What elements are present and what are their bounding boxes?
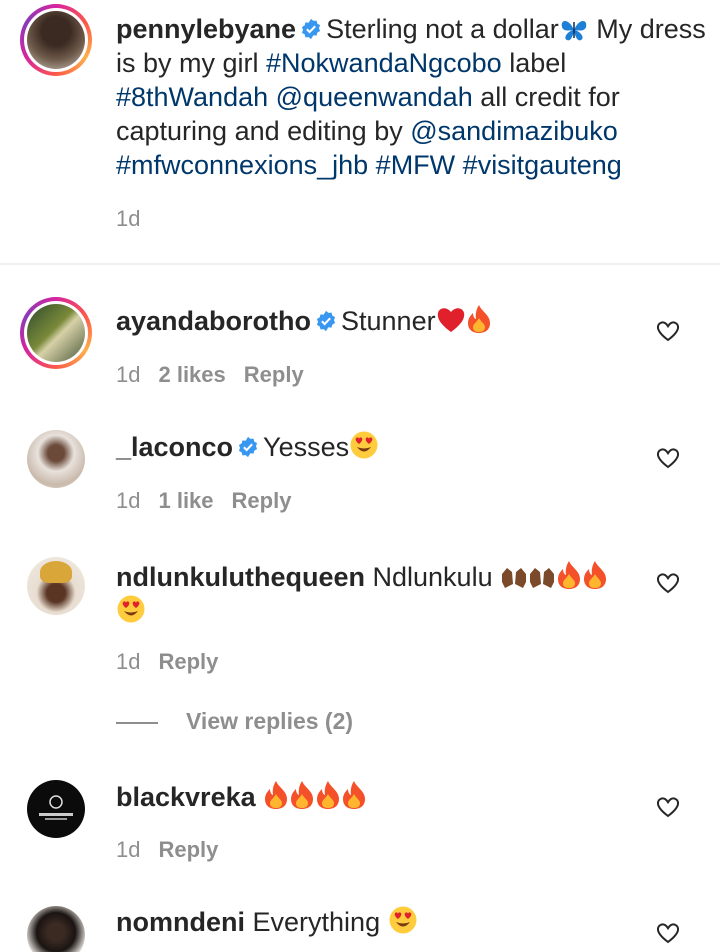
view-replies-label: View replies (2) (186, 708, 354, 734)
commenter-avatar[interactable] (27, 304, 85, 362)
verified-badge-icon (316, 310, 336, 332)
like-heart-icon[interactable] (656, 320, 680, 342)
comment-username[interactable]: blackvreka (116, 782, 256, 812)
comment-meta: 1d 2 likes Reply (116, 362, 322, 388)
comment-username[interactable]: nomndeni (116, 907, 245, 937)
comment-meta: 1d 1 like Reply (116, 488, 309, 514)
fire-emoji-icon (467, 305, 490, 333)
commenter-avatar[interactable] (27, 780, 85, 838)
post-author-avatar[interactable] (27, 11, 85, 69)
fire-emoji-icon (291, 781, 314, 809)
comment-timestamp: 1d (116, 649, 141, 674)
divider (0, 263, 720, 265)
post-author-username[interactable]: pennylebyane (116, 14, 296, 44)
headpiece (40, 561, 72, 583)
comment-likes[interactable]: 1 like (158, 488, 213, 513)
comment-body: nomndeni Everything (116, 905, 636, 939)
heart-eyes-emoji-icon (117, 595, 145, 623)
replies-line (116, 722, 158, 724)
hashtag-link[interactable]: #NokwandaNgcobo (266, 48, 502, 78)
mention-link[interactable]: @sandimazibuko (410, 116, 618, 146)
mention-link[interactable]: @queenwandah (276, 82, 473, 112)
fire-emoji-icon (265, 781, 288, 809)
fire-emoji-icon (317, 781, 340, 809)
heart-eyes-emoji-icon (350, 431, 378, 459)
comment-timestamp: 1d (116, 362, 141, 387)
story-ring (20, 4, 92, 76)
red-heart-emoji-icon (437, 308, 464, 332)
hashtag-link[interactable]: #mfwconnexions_jhb (116, 150, 368, 180)
comment-text: Ndlunkulu (372, 562, 493, 592)
comment-text: Stunner (341, 306, 436, 336)
comment-text: Yesses (263, 432, 350, 462)
post-meta: 1d (116, 206, 158, 232)
fire-emoji-icon (558, 561, 581, 589)
reply-button[interactable]: Reply (158, 649, 218, 674)
verified-badge-icon (301, 18, 321, 40)
comment-meta: 1d Reply (116, 837, 236, 863)
post-caption: pennylebyane Sterling not a dollar My dre… (116, 12, 706, 182)
reply-button[interactable]: Reply (244, 362, 304, 387)
comment-meta: 1d Reply (116, 649, 236, 675)
comment-timestamp: 1d (116, 488, 141, 513)
like-heart-icon[interactable] (656, 572, 680, 594)
like-heart-icon[interactable] (656, 796, 680, 818)
like-heart-icon[interactable] (656, 922, 680, 944)
comment-text: Everything (252, 907, 381, 937)
caption-text: Sterling not a dollar (326, 14, 559, 44)
brand-logo-icon (39, 795, 73, 820)
reply-button[interactable]: Reply (232, 488, 292, 513)
fire-emoji-icon (343, 781, 366, 809)
reply-button[interactable]: Reply (158, 837, 218, 862)
story-ring (20, 297, 92, 369)
heart-eyes-emoji-icon (389, 906, 417, 934)
commenter-avatar[interactable] (27, 906, 85, 952)
butterfly-emoji-icon (561, 20, 586, 41)
verified-badge-icon (238, 436, 258, 458)
like-heart-icon[interactable] (656, 447, 680, 469)
hashtag-link[interactable]: #MFW (376, 150, 455, 180)
raising-hands-emoji-icon (530, 568, 555, 588)
comment-username[interactable]: _laconco (116, 432, 233, 462)
comment-body: ndlunkuluthequeen Ndlunkulu (116, 560, 636, 628)
raising-hands-emoji-icon (502, 568, 527, 588)
hashtag-link[interactable]: #visitgauteng (463, 150, 622, 180)
caption-text: label (509, 48, 567, 78)
comment-username[interactable]: ayandaborotho (116, 306, 311, 336)
comment-body: ayandaborotho Stunner (116, 304, 636, 338)
fire-emoji-icon (584, 561, 607, 589)
comment-likes[interactable]: 2 likes (158, 362, 225, 387)
commenter-avatar[interactable] (27, 430, 85, 488)
comment-username[interactable]: ndlunkuluthequeen (116, 562, 365, 592)
comment-body: _laconco Yesses (116, 430, 636, 464)
hashtag-link[interactable]: #8thWandah (116, 82, 268, 112)
comment-timestamp: 1d (116, 837, 141, 862)
comment-body: blackvreka (116, 780, 636, 814)
view-replies-button[interactable]: View replies (2) (116, 708, 353, 735)
post-timestamp: 1d (116, 206, 141, 231)
